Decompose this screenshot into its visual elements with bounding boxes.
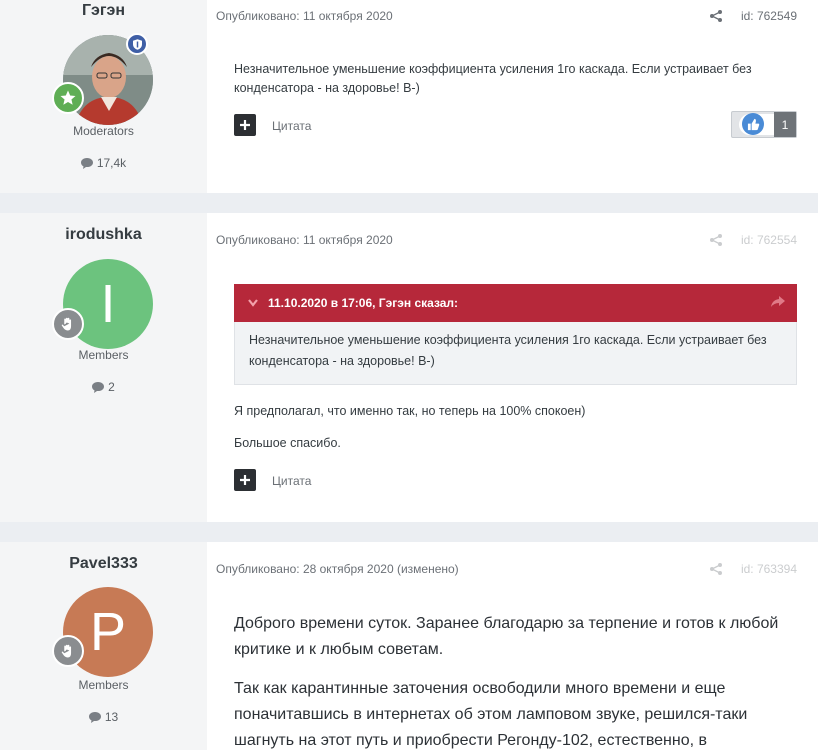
post-body: Опубликовано: 11 октября 2020 id: 762549… xyxy=(207,0,818,193)
author-name[interactable]: Pavel333 xyxy=(0,555,207,573)
quote-button[interactable]: Цитата xyxy=(272,474,311,488)
post-text: Незначительное уменьшение коэффициента у… xyxy=(234,62,752,95)
author-name[interactable]: Гэгэн xyxy=(0,2,207,20)
share-icon[interactable] xyxy=(710,563,722,575)
post-pavel333: Pavel333 P Members 13 Опубликовано: 28 о… xyxy=(0,542,818,750)
post-irodushka: irodushka I Members 2 Опубликовано: 11 о… xyxy=(0,213,818,522)
chevron-down-icon[interactable] xyxy=(248,299,258,307)
group-hand-badge xyxy=(52,308,84,340)
comment-icon xyxy=(92,381,105,393)
comment-icon xyxy=(80,157,93,169)
hand-icon xyxy=(61,644,71,657)
post-paragraph: Большое спасибо. xyxy=(234,436,341,450)
post-id[interactable]: id: 762549 xyxy=(741,9,797,23)
post-count-value: 13 xyxy=(104,710,119,724)
share-icon[interactable] xyxy=(710,234,722,246)
author-panel: Гэгэн Moderators 17,4k xyxy=(0,0,207,193)
post-count-value: 17,4k xyxy=(96,156,127,170)
quote-header[interactable]: 11.10.2020 в 17:06, Гэгэн сказал: xyxy=(234,284,797,322)
star-icon xyxy=(60,90,76,105)
quote-citation: 11.10.2020 в 17:06, Гэгэн сказал: xyxy=(268,296,459,310)
post-paragraph: Я предполагал, что именно так, но теперь… xyxy=(234,404,586,418)
like-icon[interactable] xyxy=(742,113,764,135)
published-date[interactable]: Опубликовано: 11 октября 2020 xyxy=(216,9,393,23)
multiquote-button[interactable] xyxy=(234,114,256,136)
published-date[interactable]: Опубликовано: 28 октября 2020 (изменено) xyxy=(216,562,459,576)
quote-button[interactable]: Цитата xyxy=(272,119,311,133)
hand-icon xyxy=(61,317,71,330)
group-star-badge xyxy=(52,82,84,114)
post-count-value: 2 xyxy=(108,380,115,394)
post-id[interactable]: id: 762554 xyxy=(741,233,797,247)
share-icon[interactable] xyxy=(710,10,722,22)
post-count: 2 xyxy=(0,380,207,394)
reaction-count: 1 xyxy=(774,112,796,137)
published-date[interactable]: Опубликовано: 11 октября 2020 xyxy=(216,233,393,247)
plus-icon xyxy=(240,120,250,130)
moderator-shield-badge xyxy=(126,33,148,55)
arrow-right-icon[interactable] xyxy=(771,296,785,308)
quote-block: 11.10.2020 в 17:06, Гэгэн сказал: Незнач… xyxy=(234,284,797,385)
post-body: Опубликовано: 11 октября 2020 id: 762554… xyxy=(207,213,818,522)
author-role: Members xyxy=(78,678,129,692)
post-count: 17,4k xyxy=(0,156,207,170)
author-name[interactable]: irodushka xyxy=(0,226,207,244)
author-role: Members xyxy=(78,348,129,362)
author-role: Moderators xyxy=(73,124,134,138)
shield-icon xyxy=(132,38,142,50)
post-count: 13 xyxy=(0,710,207,724)
author-panel: Pavel333 P Members 13 xyxy=(0,542,207,750)
multiquote-button[interactable] xyxy=(234,469,256,491)
reaction-widget[interactable]: 1 xyxy=(731,111,797,138)
author-panel: irodushka I Members 2 xyxy=(0,213,207,522)
quote-body: Незначительное уменьшение коэффициента у… xyxy=(234,322,797,385)
post-body: Опубликовано: 28 октября 2020 (изменено)… xyxy=(207,542,818,750)
post-id[interactable]: id: 763394 xyxy=(741,562,797,576)
post-paragraph: Доброго времени суток. Заранее благодарю… xyxy=(234,615,779,658)
plus-icon xyxy=(240,475,250,485)
post-gegen: Гэгэн Moderators 17,4k Опубликовано: 11 … xyxy=(0,0,818,193)
group-hand-badge xyxy=(52,635,84,667)
comment-icon xyxy=(88,711,101,723)
post-paragraph: Так как карантинные заточения освободили… xyxy=(234,680,748,749)
